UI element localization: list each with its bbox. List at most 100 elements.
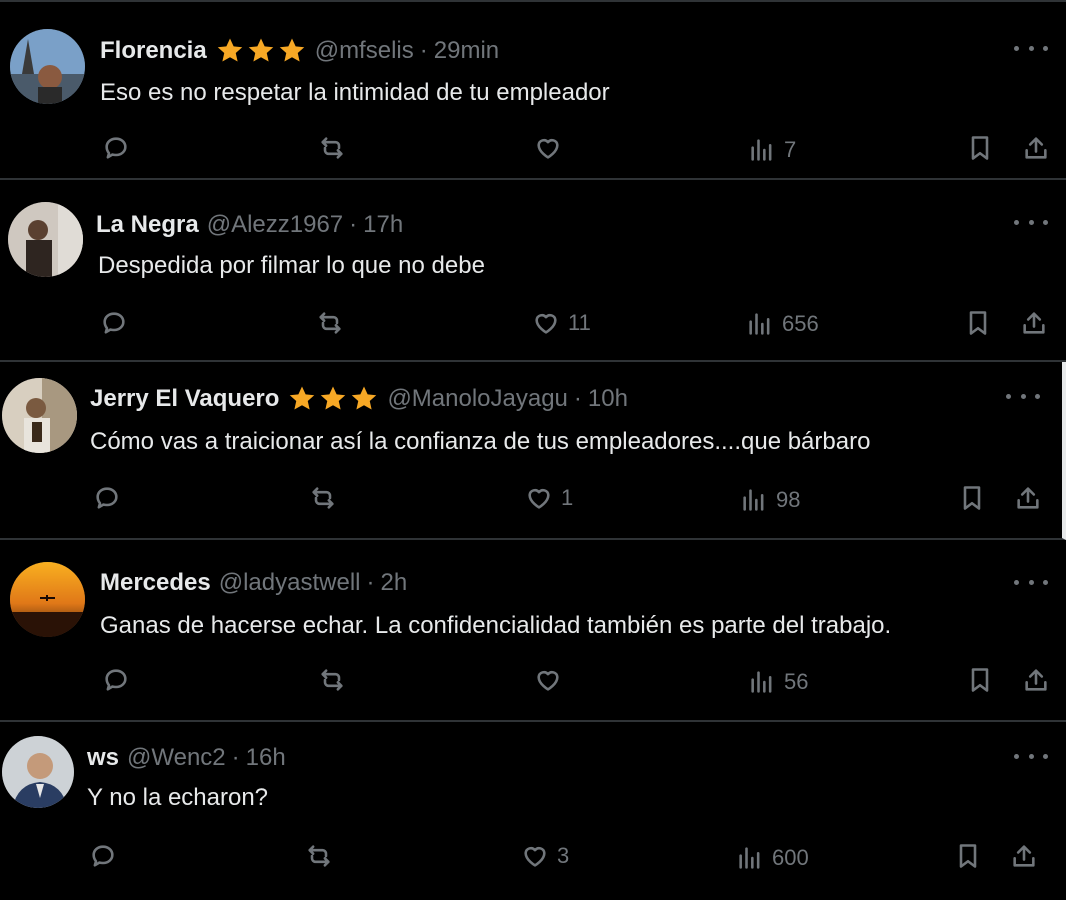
views-icon <box>739 847 760 869</box>
retweet-button[interactable] <box>318 134 354 162</box>
display-name[interactable]: La Negra <box>96 210 199 240</box>
views-button[interactable]: 7 <box>748 136 796 164</box>
bookmark-button[interactable] <box>966 134 994 162</box>
avatar[interactable] <box>10 29 85 104</box>
like-button[interactable] <box>534 666 570 694</box>
reply-button[interactable] <box>100 309 136 337</box>
retweet-icon <box>321 137 343 159</box>
separator-dot: · <box>419 37 428 64</box>
share-icon <box>1023 312 1045 334</box>
share-button[interactable] <box>1014 484 1042 512</box>
tweet[interactable]: Jerry El Vaquero @ManoloJayagu · 10h Cóm… <box>0 362 1066 540</box>
views-count: 7 <box>784 137 797 162</box>
more-icon[interactable] <box>1014 572 1048 592</box>
views-button[interactable]: 600 <box>736 844 809 872</box>
more-icon[interactable] <box>1014 38 1048 58</box>
separator-dot: · <box>573 385 582 412</box>
reply-button[interactable] <box>102 134 138 162</box>
retweet-button[interactable] <box>309 484 345 512</box>
views-button[interactable]: 656 <box>746 310 819 338</box>
user-handle[interactable]: @Wenc2 <box>127 743 226 773</box>
timestamp[interactable]: 17h <box>363 210 403 240</box>
share-button[interactable] <box>1022 666 1050 694</box>
user-handle[interactable]: @mfselis <box>315 36 414 66</box>
bookmark-icon <box>971 668 989 692</box>
share-button[interactable] <box>1010 842 1038 870</box>
like-button[interactable]: 1 <box>525 484 573 512</box>
separator-dot: · <box>349 211 358 238</box>
tweet-text: Y no la echaron? <box>87 784 269 811</box>
separator-dot: · <box>231 744 240 771</box>
views-count: 56 <box>784 669 809 694</box>
views-button[interactable]: 56 <box>748 668 808 696</box>
like-icon <box>537 670 559 691</box>
more-icon[interactable] <box>1006 386 1040 406</box>
bookmark-icon <box>963 486 981 510</box>
retweet-icon <box>308 845 330 867</box>
tweet[interactable]: Mercedes @ladyastwell · 2h Ganas de hace… <box>0 540 1066 722</box>
bookmark-icon <box>971 136 989 160</box>
avatar[interactable] <box>10 562 85 637</box>
timestamp[interactable]: 10h <box>588 384 628 414</box>
share-icon <box>1025 669 1047 691</box>
tweet[interactable]: ws @Wenc2 · 16h Y no la echaron? 3 600 <box>0 722 1066 900</box>
reply-icon <box>105 137 127 159</box>
views-count: 656 <box>782 311 819 336</box>
star-icon <box>352 386 377 410</box>
views-icon <box>751 139 772 161</box>
tweet-text: Eso es no respetar la intimidad de tu em… <box>100 79 610 106</box>
more-icon[interactable] <box>1014 746 1048 766</box>
bookmark-button[interactable] <box>964 309 992 337</box>
retweet-button[interactable] <box>316 309 352 337</box>
display-name[interactable]: Florencia <box>100 36 207 66</box>
timestamp[interactable]: 29min <box>434 36 499 66</box>
avatar[interactable] <box>2 736 74 808</box>
user-handle[interactable]: @Alezz1967 <box>207 210 343 240</box>
retweet-icon <box>321 669 343 691</box>
like-button[interactable]: 3 <box>521 842 569 870</box>
user-handle[interactable]: @ladyastwell <box>219 568 361 598</box>
display-name[interactable]: ws <box>87 743 119 773</box>
avatar[interactable] <box>8 202 83 277</box>
tweet[interactable]: Florencia @mfselis · 29min Eso es no res… <box>0 0 1066 180</box>
share-icon <box>1025 137 1047 159</box>
share-button[interactable] <box>1022 134 1050 162</box>
timestamp[interactable]: 2h <box>380 568 407 598</box>
tweet-text: Cómo vas a traicionar así la confianza d… <box>90 428 871 455</box>
more-icon[interactable] <box>1014 212 1048 232</box>
star-icon <box>248 38 273 62</box>
separator-dot: · <box>366 569 375 596</box>
share-button[interactable] <box>1020 309 1048 337</box>
tweet[interactable]: La Negra @Alezz1967 · 17h Despedida por … <box>0 180 1066 362</box>
tweet-text: Ganas de hacerse echar. La confidenciali… <box>100 612 892 639</box>
like-icon <box>528 488 550 509</box>
like-count: 11 <box>568 310 591 335</box>
reply-button[interactable] <box>89 842 125 870</box>
reply-button[interactable] <box>93 484 129 512</box>
like-icon <box>537 138 559 159</box>
reply-button[interactable] <box>102 666 138 694</box>
display-name[interactable]: Mercedes <box>100 568 211 598</box>
views-icon <box>749 313 770 335</box>
views-icon <box>743 489 764 511</box>
user-handle[interactable]: @ManoloJayagu <box>387 384 567 414</box>
reply-icon <box>96 487 118 509</box>
avatar[interactable] <box>2 378 77 453</box>
like-count: 3 <box>557 843 570 868</box>
bookmark-button[interactable] <box>954 842 982 870</box>
retweet-icon <box>319 312 341 334</box>
timestamp[interactable]: 16h <box>246 743 286 773</box>
bookmark-button[interactable] <box>958 484 986 512</box>
like-count: 1 <box>561 485 574 510</box>
views-count: 98 <box>776 487 801 512</box>
retweet-button[interactable] <box>305 842 341 870</box>
like-button[interactable] <box>534 134 570 162</box>
display-name[interactable]: Jerry El Vaquero <box>90 384 279 414</box>
star-icon <box>290 386 315 410</box>
views-button[interactable]: 98 <box>740 486 800 514</box>
retweet-button[interactable] <box>318 666 354 694</box>
share-icon <box>1017 487 1039 509</box>
bookmark-button[interactable] <box>966 666 994 694</box>
stars-badge <box>287 384 379 414</box>
like-button[interactable]: 11 <box>532 309 591 337</box>
